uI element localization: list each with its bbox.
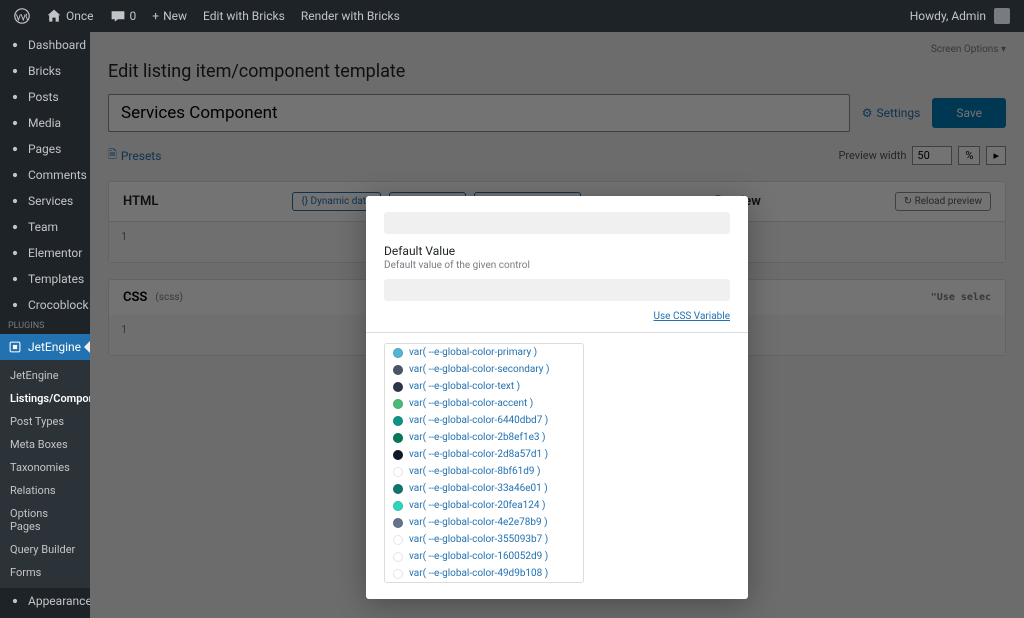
sidebar-item-plugins[interactable]: Plugins xyxy=(0,614,90,618)
comments-count[interactable]: 0 xyxy=(104,8,143,24)
sidebar-sub-taxonomies[interactable]: Taxonomies xyxy=(0,456,90,479)
sidebar-sub-meta-boxes[interactable]: Meta Boxes xyxy=(0,433,90,456)
color-option[interactable]: var( --e-global-color-2b8ef1e3 ) xyxy=(385,429,583,446)
color-option[interactable]: var( --e-global-color-accent ) xyxy=(385,395,583,412)
color-option[interactable]: var( --e-global-color-text ) xyxy=(385,378,583,395)
sidebar-sub-relations[interactable]: Relations xyxy=(0,479,90,502)
sidebar-sub-options-pages[interactable]: Options Pages xyxy=(0,502,90,538)
admin-sidebar: DashboardBricksPostsMediaPagesCommentsSe… xyxy=(0,32,90,618)
color-option[interactable]: var( --e-global-color-4e2e78b9 ) xyxy=(385,514,583,531)
sidebar-item-team[interactable]: Team xyxy=(0,214,90,240)
color-option[interactable]: var( --e-global-color-20fea124 ) xyxy=(385,497,583,514)
sidebar-item-comments[interactable]: Comments xyxy=(0,162,90,188)
sidebar-sub-jetengine[interactable]: JetEngine xyxy=(0,364,90,387)
color-option[interactable]: var( --e-global-color-33a46e01 ) xyxy=(385,480,583,497)
modal-field-1[interactable] xyxy=(384,212,730,234)
content-area: Screen Options ▾ Edit listing item/compo… xyxy=(90,32,1024,618)
color-option[interactable]: var( --e-global-color-160052d9 ) xyxy=(385,548,583,565)
sidebar-item-posts[interactable]: Posts xyxy=(0,84,90,110)
sidebar-item-media[interactable]: Media xyxy=(0,110,90,136)
color-option[interactable]: var( --e-global-color-49d9b108 ) xyxy=(385,565,583,582)
sidebar-item-jetengine[interactable]: JetEngine xyxy=(0,334,90,360)
edit-bricks[interactable]: Edit with Bricks xyxy=(197,9,291,23)
use-css-variable-link[interactable]: Use CSS Variable xyxy=(384,311,730,322)
css-variable-modal: Default Value Default value of the given… xyxy=(366,196,748,599)
sidebar-item-dashboard[interactable]: Dashboard xyxy=(0,32,90,58)
color-option[interactable]: var( --e-global-color-355093b7 ) xyxy=(385,531,583,548)
sidebar-item-bricks[interactable]: Bricks xyxy=(0,58,90,84)
css-variable-dropdown: var( --e-global-color-primary )var( --e-… xyxy=(384,343,584,583)
default-value-label: Default Value xyxy=(384,244,730,258)
default-value-input[interactable] xyxy=(384,279,730,301)
color-option[interactable]: var( --e-global-color-6440dbd7 ) xyxy=(385,412,583,429)
sidebar-item-crocoblock[interactable]: Crocoblock xyxy=(0,292,90,318)
color-option[interactable]: var( --e-global-color-secondary ) xyxy=(385,361,583,378)
color-option[interactable]: var( --e-global-color-primary ) xyxy=(385,344,583,361)
sidebar-item-appearance[interactable]: Appearance xyxy=(0,588,90,614)
sidebar-sub-post-types[interactable]: Post Types xyxy=(0,410,90,433)
color-option[interactable]: var( --e-global-color-8bf61d9 ) xyxy=(385,463,583,480)
default-value-hint: Default value of the given control xyxy=(384,260,730,271)
plugins-label: plugins xyxy=(0,318,90,334)
color-option[interactable]: var( --e-global-color-2d8a57d1 ) xyxy=(385,446,583,463)
sidebar-item-services[interactable]: Services xyxy=(0,188,90,214)
site-home[interactable]: Once xyxy=(40,8,100,24)
sidebar-sub-forms[interactable]: Forms xyxy=(0,561,90,584)
new-content[interactable]: +New xyxy=(146,9,193,23)
sidebar-sub-query-builder[interactable]: Query Builder xyxy=(0,538,90,561)
wp-logo[interactable] xyxy=(8,8,36,24)
sidebar-item-pages[interactable]: Pages xyxy=(0,136,90,162)
admin-topbar: Once 0 +New Edit with Bricks Render with… xyxy=(0,0,1024,32)
render-bricks[interactable]: Render with Bricks xyxy=(295,9,406,23)
howdy-user[interactable]: Howdy, Admin xyxy=(904,8,1016,24)
sidebar-sub-listings-components[interactable]: Listings/Components xyxy=(0,387,90,410)
sidebar-item-templates[interactable]: Templates xyxy=(0,266,90,292)
sidebar-item-elementor[interactable]: Elementor xyxy=(0,240,90,266)
